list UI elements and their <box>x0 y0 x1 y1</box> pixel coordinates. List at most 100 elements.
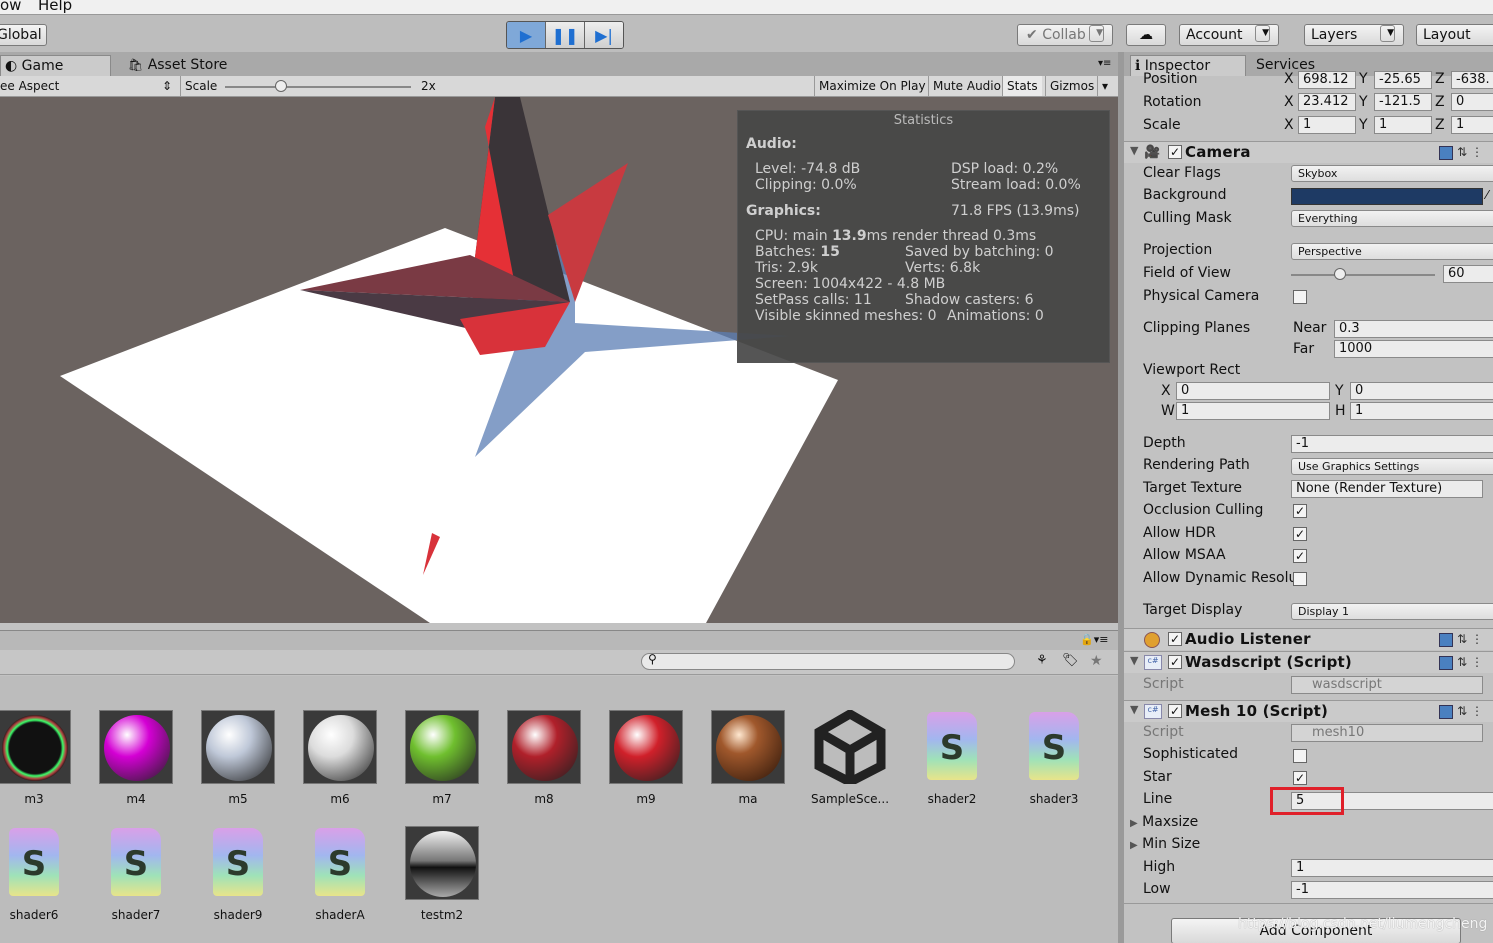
fov-slider-thumb[interactable] <box>1334 268 1346 280</box>
foldout-arrow-icon[interactable]: ▼ <box>1130 703 1138 716</box>
collab-button[interactable]: ✔ Collab ▼ <box>1017 24 1113 46</box>
allow-hdr-checkbox[interactable]: ✓ <box>1293 527 1307 541</box>
allow-dynamic-resolution-checkbox[interactable] <box>1293 572 1307 586</box>
help-book-icon[interactable] <box>1439 145 1454 160</box>
projection-dropdown[interactable]: Perspective <box>1291 243 1493 260</box>
aspect-dropdown[interactable]: ee Aspect ⇕ <box>0 76 176 96</box>
camera-component-header[interactable]: ▼ 🎥 ✓ Camera ⇅ ⋮ <box>1124 141 1493 163</box>
help-book-icon[interactable] <box>1439 704 1454 719</box>
scale-x-field[interactable]: 1 <box>1298 116 1356 134</box>
fov-field[interactable]: 60 <box>1443 265 1493 283</box>
depth-field[interactable]: -1 <box>1291 435 1493 453</box>
menu-item-help[interactable]: Help <box>38 0 72 14</box>
near-field[interactable]: 0.3 <box>1334 320 1493 338</box>
sophisticated-checkbox[interactable] <box>1293 749 1307 763</box>
wasdscript-component-header[interactable]: ▼ c# ✓ Wasdscript (Script) ⇅ ⋮ <box>1124 651 1493 673</box>
culling-mask-dropdown[interactable]: Everything <box>1291 210 1493 227</box>
target-display-dropdown[interactable]: Display 1 <box>1291 603 1493 620</box>
rendering-path-dropdown[interactable]: Use Graphics Settings <box>1291 458 1493 475</box>
background-color-field[interactable] <box>1291 188 1483 205</box>
asset-item[interactable]: Sshader7 <box>88 826 184 922</box>
asset-item[interactable]: m7 <box>394 710 490 806</box>
position-y-field[interactable]: -25.65 <box>1374 71 1432 89</box>
asset-item[interactable]: SshaderA <box>292 826 388 922</box>
component-tools[interactable]: ⇅ ⋮ <box>1439 655 1483 670</box>
layers-dropdown[interactable]: Layers ▼ <box>1304 24 1404 46</box>
viewport-w-field[interactable]: 1 <box>1176 402 1330 420</box>
position-z-field[interactable]: -638. <box>1451 71 1493 89</box>
wasd-script-field[interactable]: wasdscript <box>1291 676 1483 694</box>
asset-item[interactable]: SampleSce... <box>802 710 898 806</box>
asset-item[interactable]: Sshader2 <box>904 710 1000 806</box>
viewport-y-field[interactable]: 0 <box>1350 382 1493 400</box>
asset-item[interactable]: m4 <box>88 710 184 806</box>
asset-item[interactable]: m5 <box>190 710 286 806</box>
wasdscript-enabled-checkbox[interactable]: ✓ <box>1168 655 1182 669</box>
help-book-icon[interactable] <box>1439 632 1454 647</box>
component-tools[interactable]: ⇅ ⋮ <box>1439 632 1483 647</box>
scale-y-field[interactable]: 1 <box>1374 116 1432 134</box>
far-field[interactable]: 1000 <box>1334 340 1493 358</box>
minsize-foldout[interactable]: ▶ Min Size <box>1130 836 1200 852</box>
asset-item[interactable]: m3 <box>0 710 82 806</box>
viewport-x-field[interactable]: 0 <box>1176 382 1330 400</box>
asset-item[interactable]: m8 <box>496 710 592 806</box>
scale-z-field[interactable]: 1 <box>1451 116 1493 134</box>
scale-slider-thumb[interactable] <box>274 80 287 92</box>
play-button[interactable]: ▶ <box>507 22 546 48</box>
viewport-h-field[interactable]: 1 <box>1350 402 1493 420</box>
position-x-field[interactable]: 698.12 <box>1298 71 1356 89</box>
rotation-x-field[interactable]: 23.412 <box>1298 93 1356 111</box>
clear-flags-dropdown[interactable]: Skybox <box>1291 165 1493 182</box>
gizmos-arrow-icon[interactable]: ▾ <box>1097 76 1112 96</box>
star-checkbox[interactable]: ✓ <box>1293 771 1307 785</box>
rotation-z-field[interactable]: 0 <box>1451 93 1493 111</box>
layout-dropdown[interactable]: Layout <box>1416 24 1493 46</box>
component-tools[interactable]: ⇅ ⋮ <box>1439 704 1483 719</box>
audio-listener-component-header[interactable]: ✓ Audio Listener ⇅ ⋮ <box>1124 628 1493 650</box>
camera-enabled-checkbox[interactable]: ✓ <box>1168 145 1182 159</box>
stats-toggle[interactable]: Stats <box>1002 76 1042 96</box>
step-button[interactable]: ▶| <box>585 22 623 48</box>
mute-audio-toggle[interactable]: Mute Audio <box>928 76 1005 96</box>
pause-button[interactable]: ❚❚ <box>546 22 585 48</box>
menu-item-window[interactable]: ow <box>0 0 21 14</box>
global-toggle-button[interactable]: Global <box>0 24 47 46</box>
asset-item[interactable]: ma <box>700 710 796 806</box>
account-dropdown[interactable]: Account ▼ <box>1179 24 1279 46</box>
scale-slider-track[interactable] <box>225 86 411 88</box>
gizmos-dropdown[interactable]: Gizmos <box>1045 76 1098 96</box>
mesh10-enabled-checkbox[interactable]: ✓ <box>1168 704 1182 718</box>
favorite-star-icon[interactable]: ★ <box>1090 653 1103 669</box>
maxsize-foldout[interactable]: ▶ Maxsize <box>1130 814 1198 830</box>
allow-msaa-checkbox[interactable]: ✓ <box>1293 549 1307 563</box>
fov-slider-track[interactable] <box>1291 274 1435 276</box>
lock-icon[interactable]: 🔒▾≡ <box>1080 633 1108 646</box>
cloud-button[interactable]: ☁ <box>1126 24 1166 46</box>
rotation-y-field[interactable]: -121.5 <box>1374 93 1432 111</box>
mesh10-component-header[interactable]: ▼ c# ✓ Mesh 10 (Script) ⇅ ⋮ <box>1124 700 1493 722</box>
high-field[interactable]: 1 <box>1291 859 1493 877</box>
foldout-arrow-icon[interactable]: ▼ <box>1130 654 1138 667</box>
asset-item[interactable]: m9 <box>598 710 694 806</box>
panel-menu-icon[interactable]: ▾≡ <box>1098 58 1111 69</box>
eyedropper-icon[interactable]: ⁄ <box>1486 188 1488 202</box>
tab-asset-store[interactable]: 🛍 Asset Store <box>124 55 244 76</box>
asset-item[interactable]: Sshader6 <box>0 826 82 922</box>
audio-listener-enabled-checkbox[interactable]: ✓ <box>1168 632 1182 646</box>
maximize-on-play-toggle[interactable]: Maximize On Play <box>814 76 930 96</box>
foldout-arrow-icon[interactable]: ▼ <box>1130 144 1138 157</box>
tab-game[interactable]: ◐ Game <box>0 55 111 76</box>
component-tools[interactable]: ⇅ ⋮ <box>1439 145 1483 160</box>
target-texture-field[interactable]: None (Render Texture) <box>1291 480 1483 498</box>
asset-item[interactable]: m6 <box>292 710 388 806</box>
mesh10-script-field[interactable]: mesh10 <box>1291 724 1483 742</box>
filter-type-icon[interactable]: ⚘ <box>1036 653 1048 668</box>
asset-item[interactable]: testm2 <box>394 826 490 922</box>
help-book-icon[interactable] <box>1439 655 1454 670</box>
physical-camera-checkbox[interactable] <box>1293 290 1307 304</box>
search-input[interactable]: ⚲ <box>641 652 1015 670</box>
asset-item[interactable]: Sshader3 <box>1006 710 1102 806</box>
filter-label-icon[interactable]: 🏷 <box>1062 653 1079 668</box>
low-field[interactable]: -1 <box>1291 881 1493 899</box>
